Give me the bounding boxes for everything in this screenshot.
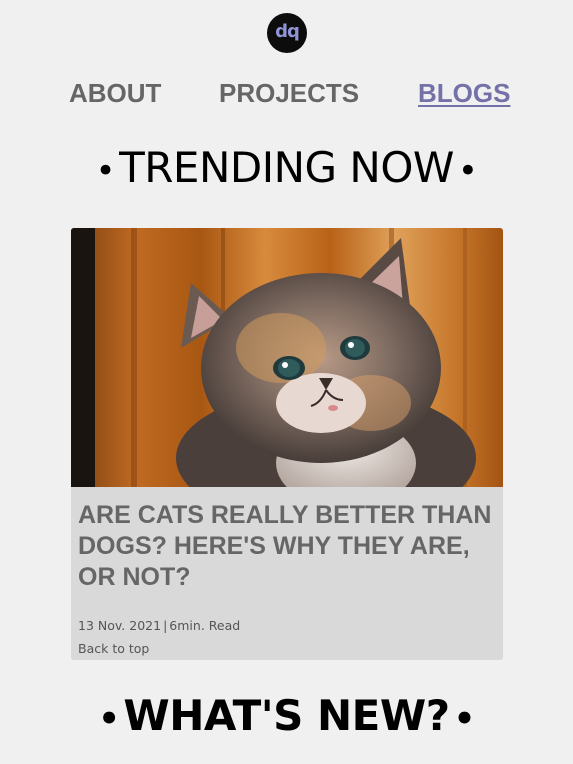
kitten-image (71, 228, 503, 487)
logo[interactable]: dq (267, 13, 307, 53)
post-meta: 13 Nov. 2021 | 6min. Read (78, 618, 240, 633)
heading-bullet-right: • (457, 150, 478, 191)
heading-bullet-left: • (95, 150, 116, 191)
whats-new-heading: •WHAT'S NEW? • (0, 691, 573, 740)
trending-now-heading: •TRENDING NOW • (0, 143, 573, 192)
main-nav: ABOUT PROJECTS BLOGS (0, 78, 573, 114)
trending-now-title: TRENDING NOW (119, 143, 454, 192)
whats-new-title: WHAT'S NEW? (123, 691, 450, 740)
heading-bullet-left: • (98, 698, 120, 739)
post-date: 13 Nov. 2021 (78, 618, 162, 633)
featured-post-title[interactable]: ARE CATS REALLY BETTER THAN DOGS? HERE'S… (78, 500, 498, 593)
featured-post-card[interactable]: ARE CATS REALLY BETTER THAN DOGS? HERE'S… (71, 228, 503, 660)
nav-link-projects[interactable]: PROJECTS (219, 78, 359, 109)
heading-bullet-right: • (453, 698, 476, 739)
page: dq ABOUT PROJECTS BLOGS •TRENDING NOW• (0, 0, 573, 764)
back-to-top-link[interactable]: Back to top (78, 641, 149, 656)
logo-text: dq (275, 21, 300, 42)
nav-link-blogs[interactable]: BLOGS (418, 78, 510, 109)
nav-link-about[interactable]: ABOUT (69, 78, 161, 109)
post-read-time: 6min. Read (169, 618, 241, 633)
